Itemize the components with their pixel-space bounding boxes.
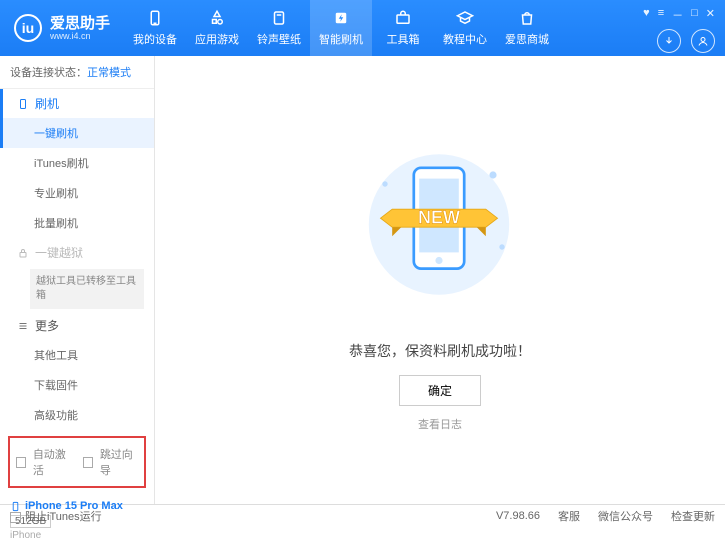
user-button[interactable] <box>691 29 715 53</box>
sidebar-item-advanced[interactable]: 高级功能 <box>0 400 154 430</box>
options-box: 自动激活 跳过向导 <box>8 436 146 488</box>
close-button[interactable]: ✕ <box>706 7 715 20</box>
nav-toolbox[interactable]: 工具箱 <box>372 0 434 56</box>
ok-button[interactable]: 确定 <box>399 375 481 406</box>
success-illustration: NEW 恭喜您，保资料刷机成功啦！ 确定 查看日志 <box>349 129 531 432</box>
nav-apps-games[interactable]: 应用游戏 <box>186 0 248 56</box>
maximize-button[interactable]: □ <box>691 7 698 19</box>
nav-smart-flash[interactable]: 智能刷机 <box>310 0 372 56</box>
jailbreak-note: 越狱工具已转移至工具箱 <box>30 269 144 309</box>
titlebar: iu 爱思助手 www.i4.cn 我的设备 应用游戏 铃声壁纸 智能刷机 工具… <box>0 0 725 56</box>
nav-store[interactable]: 爱思商城 <box>496 0 558 56</box>
check-update-link[interactable]: 检查更新 <box>671 508 715 524</box>
logo-icon: iu <box>14 14 42 42</box>
auto-activate-checkbox[interactable]: 自动激活 <box>16 446 71 478</box>
wechat-link[interactable]: 微信公众号 <box>598 508 653 524</box>
app-url: www.i4.cn <box>50 31 110 41</box>
nav-tutorials[interactable]: 教程中心 <box>434 0 496 56</box>
app-name: 爱思助手 <box>50 16 110 31</box>
sidebar-item-oneclick-flash[interactable]: 一键刷机 <box>0 118 154 148</box>
section-jailbreak: 一键越狱 <box>0 238 154 267</box>
download-button[interactable] <box>657 29 681 53</box>
settings-icon[interactable]: ≡ <box>658 7 664 19</box>
support-link[interactable]: 客服 <box>558 508 580 524</box>
sidebar-item-batch-flash[interactable]: 批量刷机 <box>0 208 154 238</box>
block-itunes-checkbox[interactable]: 阻止iTunes运行 <box>10 508 102 524</box>
section-more[interactable]: 更多 <box>0 311 154 340</box>
top-nav: 我的设备 应用游戏 铃声壁纸 智能刷机 工具箱 教程中心 爱思商城 <box>124 0 633 56</box>
flash-icon <box>332 9 350 27</box>
new-phone-icon: NEW <box>349 129 529 329</box>
nav-ringtones[interactable]: 铃声壁纸 <box>248 0 310 56</box>
sidebar-item-other-tools[interactable]: 其他工具 <box>0 340 154 370</box>
list-icon <box>17 320 29 332</box>
connection-status: 设备连接状态：正常模式 <box>0 56 154 89</box>
window-controls: ♥ ≡ － □ ✕ <box>643 3 715 23</box>
sidebar-item-download-firmware[interactable]: 下载固件 <box>0 370 154 400</box>
svg-text:NEW: NEW <box>418 207 460 227</box>
app-logo: iu 爱思助手 www.i4.cn <box>0 0 124 56</box>
skip-guide-checkbox[interactable]: 跳过向导 <box>83 446 138 478</box>
section-flash[interactable]: 刷机 <box>0 89 154 118</box>
store-icon <box>518 9 536 27</box>
main-panel: NEW 恭喜您，保资料刷机成功啦！ 确定 查看日志 <box>155 56 725 504</box>
sidebar-item-pro-flash[interactable]: 专业刷机 <box>0 178 154 208</box>
view-log-link[interactable]: 查看日志 <box>349 416 531 432</box>
sidebar: 设备连接状态：正常模式 刷机 一键刷机 iTunes刷机 专业刷机 批量刷机 一… <box>0 56 155 504</box>
nav-my-device[interactable]: 我的设备 <box>124 0 186 56</box>
success-message: 恭喜您，保资料刷机成功啦！ <box>349 341 531 361</box>
ringtone-icon <box>270 9 288 27</box>
tutorial-icon <box>456 9 474 27</box>
phone-icon <box>17 98 29 110</box>
lock-icon <box>17 247 29 259</box>
toolbox-icon <box>394 9 412 27</box>
device-type: iPhone <box>10 530 144 541</box>
sidebar-item-itunes-flash[interactable]: iTunes刷机 <box>0 148 154 178</box>
body: 设备连接状态：正常模式 刷机 一键刷机 iTunes刷机 专业刷机 批量刷机 一… <box>0 56 725 504</box>
titlebar-right: ♥ ≡ － □ ✕ <box>633 0 725 56</box>
menu-icon[interactable]: ♥ <box>643 7 650 19</box>
device-icon <box>146 9 164 27</box>
minimize-button[interactable]: － <box>672 7 683 23</box>
version-label: V7.98.66 <box>496 510 540 522</box>
apps-icon <box>208 9 226 27</box>
